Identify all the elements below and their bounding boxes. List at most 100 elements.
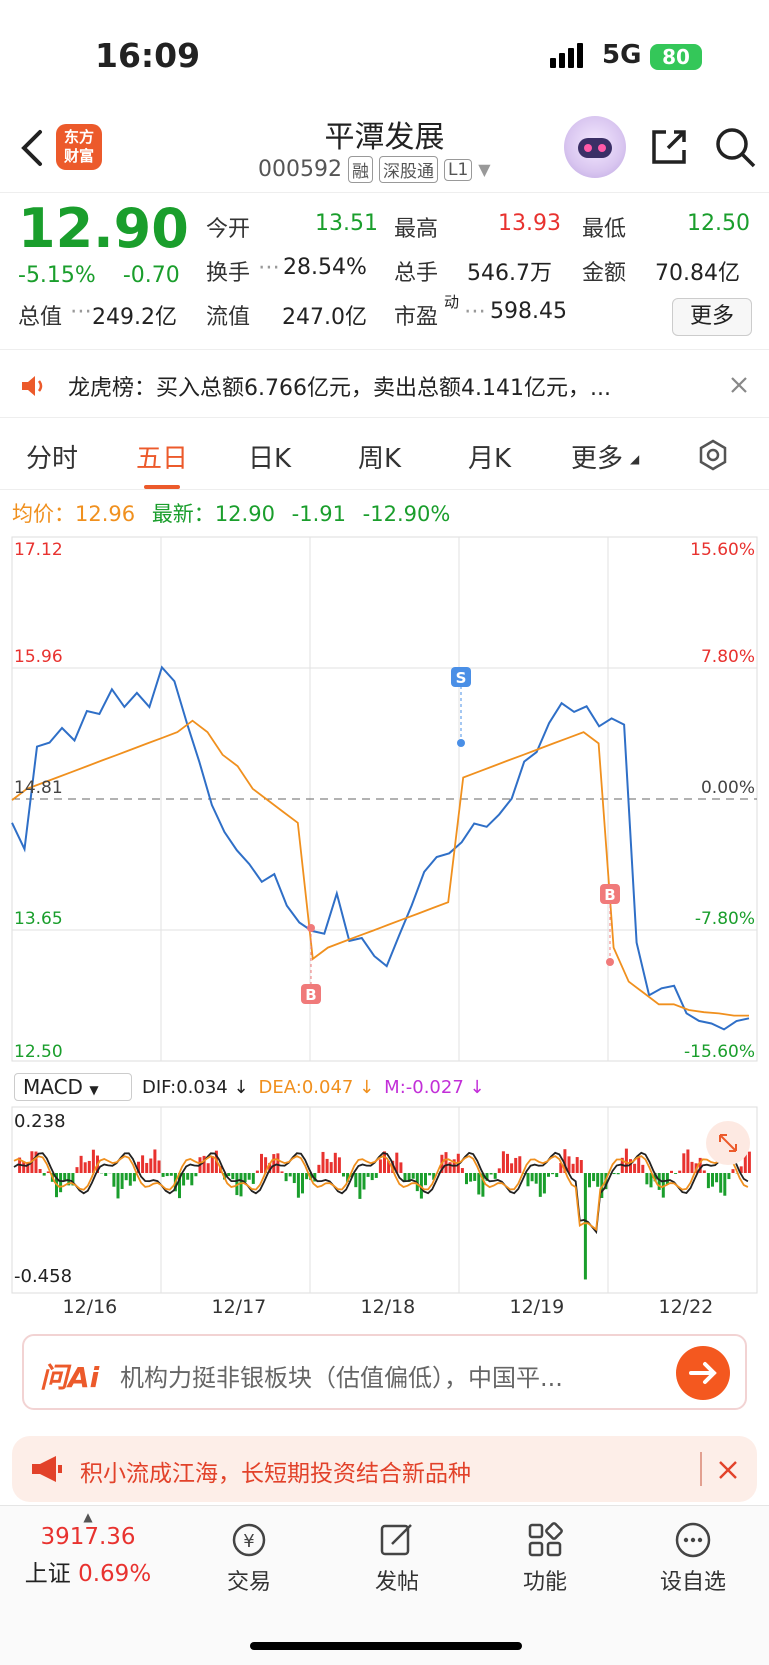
macd-bar [616, 1173, 620, 1175]
macd-bar [161, 1173, 165, 1177]
macd-bar [493, 1173, 497, 1179]
macd-bar [272, 1154, 276, 1173]
last-price: 12.90 [18, 197, 189, 260]
ai-go-button[interactable] [676, 1346, 730, 1400]
macd-bar [247, 1173, 251, 1180]
macd-bar [719, 1173, 723, 1193]
macd-bar [354, 1173, 358, 1188]
y-tick-left: 14.81 [14, 778, 63, 798]
macd-bar [292, 1173, 296, 1184]
macd-bar [711, 1173, 714, 1187]
info-icon[interactable]: ⋯ [258, 255, 280, 280]
expand-icon[interactable] [706, 1121, 750, 1165]
x-tick-date: 12/17 [211, 1296, 267, 1318]
close-icon[interactable] [718, 1460, 738, 1480]
macd-bar [280, 1171, 284, 1173]
ai-robot-icon[interactable] [564, 116, 626, 178]
macd-bar [403, 1173, 407, 1181]
search-icon[interactable] [712, 124, 758, 170]
macd-bar [112, 1173, 116, 1187]
macd-bar [141, 1155, 145, 1173]
nav-functions[interactable]: 功能 [500, 1520, 590, 1596]
macd-bar [342, 1173, 345, 1177]
macd-bar [460, 1168, 464, 1173]
x-tick-date: 12/18 [360, 1296, 416, 1318]
macd-bar [399, 1162, 403, 1173]
settings-icon[interactable] [696, 438, 730, 472]
y-tick-right: 7.80% [701, 647, 755, 667]
x-tick-date: 12/16 [62, 1296, 118, 1318]
buy-marker[interactable]: B [301, 924, 321, 1004]
macd-bar [329, 1162, 333, 1173]
tab-monthly-k[interactable]: 月K [468, 438, 511, 475]
more-dots-icon [675, 1522, 711, 1558]
news-ticker[interactable]: 龙虎榜：买入总额6.766亿元，卖出总额4.141亿元，... [0, 352, 769, 418]
macd-bar [288, 1173, 292, 1177]
mktcap-label: 总值 [18, 305, 63, 330]
open-value: 13.51 [315, 211, 378, 236]
svg-text:B: B [604, 886, 615, 904]
turnover-value: 28.54% [283, 255, 367, 280]
macd-bar [551, 1173, 555, 1175]
nav-trade[interactable]: ¥ 交易 [204, 1520, 294, 1596]
macd-bar [210, 1156, 214, 1173]
tab-daily-k[interactable]: 日K [248, 438, 291, 475]
index-widget[interactable]: ▲ 3917.36 上证 0.69% [18, 1510, 158, 1588]
macd-bar [59, 1173, 63, 1193]
five-day-chart[interactable]: B S B 17.12 15.60% 15.96 7.80% 14.81 0.00% 13.65… [0, 530, 769, 1070]
macd-bar [276, 1153, 280, 1173]
share-icon[interactable] [646, 124, 692, 170]
macd-chart[interactable]: 0.238 -0.458 [0, 1105, 769, 1295]
y-axis-labels: 17.12 15.60% 15.96 7.80% 14.81 0.00% 13.65 -7.8… [14, 540, 755, 1062]
macd-bar [149, 1158, 153, 1173]
tab-intraday[interactable]: 分时 [26, 438, 78, 475]
open-label: 今开 [206, 217, 251, 242]
macd-bar [633, 1163, 637, 1173]
macd-bar [75, 1167, 79, 1173]
macd-bar [333, 1152, 337, 1173]
indicator-select[interactable]: MACD ▼ [14, 1073, 132, 1101]
macd-bar [579, 1160, 583, 1173]
more-button[interactable]: 更多 [672, 298, 752, 336]
y-tick-right: -15.60% [684, 1042, 755, 1062]
price-change: -5.15% -0.70 [18, 263, 200, 288]
macd-bar [227, 1173, 231, 1177]
tag-connect: 深股通 [378, 156, 438, 183]
svg-text:¥: ¥ [243, 1531, 254, 1552]
svg-text:B: B [305, 986, 316, 1004]
nav-post[interactable]: 发帖 [352, 1520, 442, 1596]
promo-banner[interactable]: 积小流成江海，长短期投资结合新品种 [12, 1436, 757, 1502]
volume-value: 546.7万 [467, 261, 552, 286]
info-icon[interactable]: ⋯ [70, 299, 92, 324]
status-time: 16:09 [95, 36, 201, 75]
y-tick-left: 15.96 [14, 647, 63, 667]
macd-bar [424, 1173, 427, 1186]
y-tick-right: 15.60% [690, 540, 755, 560]
macd-bar [706, 1173, 710, 1189]
nav-add-watchlist[interactable]: 设自选 [648, 1520, 738, 1596]
macd-bar [79, 1155, 83, 1173]
price-summary: 均价：12.96 最新：12.90 -1.91 -12.90% [12, 498, 460, 528]
macd-bar [83, 1162, 87, 1173]
tab-weekly-k[interactable]: 周K [358, 438, 401, 475]
stock-code-row[interactable]: 000592 融 深股通 L1 ▼ [258, 156, 491, 183]
chart-markers: B S B [301, 667, 620, 1004]
macd-bar [337, 1157, 341, 1173]
sell-marker[interactable]: S [451, 667, 471, 747]
info-icon[interactable]: ⋯ [464, 299, 486, 324]
close-icon[interactable] [730, 376, 748, 394]
home-indicator [250, 1642, 522, 1650]
ai-ask-bar[interactable]: 问Ai 机构力挺非银板块（估值偏低），中国平... [22, 1334, 747, 1410]
macd-bar [186, 1173, 190, 1180]
tag-level: L1 [443, 158, 473, 181]
macd-bar [165, 1173, 169, 1177]
macd-bar [190, 1173, 194, 1186]
macd-bar [588, 1173, 591, 1188]
macd-bar [682, 1153, 686, 1173]
macd-bar [624, 1148, 628, 1173]
tab-five-day[interactable]: 五日 [136, 438, 188, 489]
macd-bar [444, 1152, 448, 1173]
macd-bar [538, 1173, 542, 1197]
macd-bar [723, 1173, 727, 1196]
tab-more[interactable]: 更多 [571, 438, 623, 475]
